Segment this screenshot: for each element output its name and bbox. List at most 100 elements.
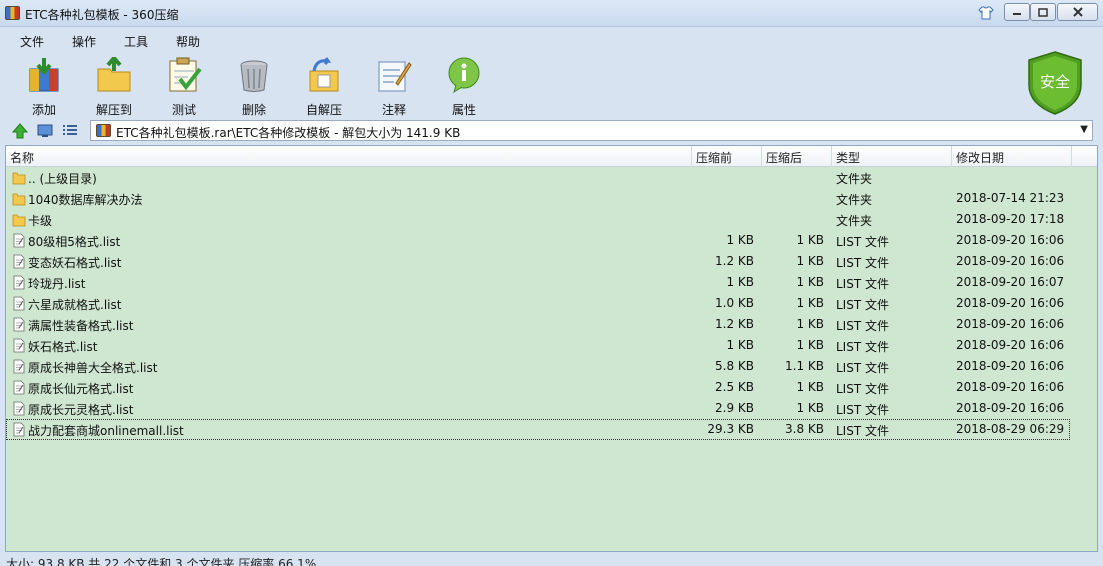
file-packed-size: 1 KB — [726, 233, 754, 247]
minimize-button[interactable] — [1004, 3, 1030, 21]
file-name: 玲珑丹.list — [28, 277, 86, 291]
table-row[interactable]: 原成长神兽大全格式.list 5.8 KB 1.1 KB LIST 文件 2018-09… — [6, 356, 1097, 377]
text-file-icon — [13, 254, 25, 269]
table-row[interactable]: .. (上级目录) 文件夹 — [6, 167, 1097, 188]
address-field[interactable]: ETC各种礼包模板.rar\ETC各种修改模板 - 解包大小为 141.9 KB… — [90, 120, 1093, 141]
table-row[interactable]: 1040数据库解决办法 文件夹 2018-07-14 21:23 — [6, 188, 1097, 209]
file-compressed-size: 1 KB — [796, 254, 824, 268]
minimize-icon — [1013, 13, 1021, 15]
file-list: 名称 压缩前 压缩后 类型 修改日期 .. (上级目录) 文件夹 1040数据库解决… — [5, 145, 1098, 552]
text-file-icon — [13, 380, 25, 395]
table-row[interactable]: 变态妖石格式.list 1.2 KB 1 KB LIST 文件 2018-09-20 1… — [6, 251, 1097, 272]
text-file-icon — [13, 422, 25, 437]
table-row[interactable]: 卡级 文件夹 2018-09-20 17:18 — [6, 209, 1097, 230]
file-date: 2018-09-20 16:06 — [956, 338, 1065, 352]
window-title: ETC各种礼包模板 - 360压缩 — [25, 8, 179, 22]
table-row[interactable]: 80级相5格式.list 1 KB 1 KB LIST 文件 2018-09-20 16… — [6, 230, 1097, 251]
table-row[interactable]: 妖石格式.list 1 KB 1 KB LIST 文件 2018-09-20 16:06 — [6, 335, 1097, 356]
maximize-button[interactable] — [1030, 3, 1056, 21]
file-compressed-size: 3.8 KB — [785, 422, 824, 436]
delete-button[interactable]: 删除 — [224, 55, 284, 117]
file-compressed-size: 1 KB — [796, 296, 824, 310]
file-type: 文件夹 — [836, 172, 873, 186]
column-compressed[interactable]: 压缩后 — [762, 146, 832, 167]
file-packed-size: 1 KB — [726, 275, 754, 289]
file-compressed-size: 1 KB — [796, 317, 824, 331]
table-row[interactable]: 六星成就格式.list 1.0 KB 1 KB LIST 文件 2018-09-20 1… — [6, 293, 1097, 314]
menu-bar: 文件 操作 工具 帮助 — [0, 28, 1103, 50]
file-type: LIST 文件 — [836, 235, 889, 249]
file-type: LIST 文件 — [836, 277, 889, 291]
file-packed-size: 1.2 KB — [715, 254, 754, 268]
archive-icon — [96, 124, 111, 137]
delete-trash-icon — [240, 60, 268, 92]
menu-help[interactable]: 帮助 — [176, 33, 200, 50]
self-extract-button[interactable]: 自解压 — [294, 55, 354, 117]
file-compressed-size: 1 KB — [796, 233, 824, 247]
properties-button[interactable]: 属性 — [434, 55, 494, 117]
file-name: 1040数据库解决办法 — [28, 193, 143, 207]
file-date: 2018-09-20 16:06 — [956, 317, 1065, 331]
file-packed-size: 1 KB — [726, 338, 754, 352]
menu-file[interactable]: 文件 — [20, 33, 44, 50]
file-name: 妖石格式.list — [28, 340, 98, 354]
file-date: 2018-09-20 16:06 — [956, 380, 1065, 394]
dropdown-arrow-icon[interactable]: ▼ — [1080, 124, 1088, 135]
file-name: 原成长元灵格式.list — [28, 403, 134, 417]
column-name[interactable]: 名称 — [6, 146, 692, 167]
address-bar: ETC各种礼包模板.rar\ETC各种修改模板 - 解包大小为 141.9 KB… — [0, 119, 1103, 143]
test-button[interactable]: 测试 — [154, 55, 214, 117]
file-type: LIST 文件 — [836, 382, 889, 396]
close-button[interactable] — [1057, 3, 1098, 21]
text-file-icon — [13, 338, 25, 353]
file-date: 2018-09-20 17:18 — [956, 212, 1065, 226]
file-type: 文件夹 — [836, 193, 873, 207]
file-type: LIST 文件 — [836, 340, 889, 354]
text-file-icon — [13, 233, 25, 248]
folder-icon — [12, 172, 26, 185]
menu-operate[interactable]: 操作 — [72, 33, 96, 50]
status-text: 大小: 93.8 KB 共 22 个文件和 3 个文件夹 压缩率 66.1% — [6, 557, 317, 566]
up-arrow-icon[interactable] — [10, 121, 30, 141]
table-row[interactable]: 战力配套商城onlinemall.list 29.3 KB 3.8 KB LIST 文… — [6, 419, 1070, 440]
file-name: 卡级 — [28, 214, 53, 228]
file-compressed-size: 1 KB — [796, 338, 824, 352]
file-rows: .. (上级目录) 文件夹 1040数据库解决办法 文件夹 2018-07-14 21:… — [6, 167, 1097, 440]
details-view-icon[interactable] — [60, 121, 80, 141]
column-date[interactable]: 修改日期 — [952, 146, 1072, 167]
skin-shirt-icon[interactable] — [977, 4, 995, 22]
file-type: LIST 文件 — [836, 319, 889, 333]
table-row[interactable]: 原成长仙元格式.list 2.5 KB 1 KB LIST 文件 2018-09-20 … — [6, 377, 1097, 398]
file-compressed-size: 1 KB — [796, 401, 824, 415]
column-type[interactable]: 类型 — [832, 146, 952, 167]
column-packed[interactable]: 压缩前 — [692, 146, 762, 167]
file-date: 2018-09-20 16:06 — [956, 254, 1065, 268]
file-name: 原成长神兽大全格式.list — [28, 361, 158, 375]
file-compressed-size: 1.1 KB — [785, 359, 824, 373]
text-file-icon — [13, 296, 25, 311]
file-packed-size: 2.5 KB — [715, 380, 754, 394]
comment-button[interactable]: 注释 — [364, 55, 424, 117]
file-name: 满属性装备格式.list — [28, 319, 134, 333]
file-type: LIST 文件 — [836, 256, 889, 270]
file-packed-size: 2.9 KB — [715, 401, 754, 415]
table-row[interactable]: 原成长元灵格式.list 2.9 KB 1 KB LIST 文件 2018-09-20 … — [6, 398, 1097, 419]
table-row[interactable]: 玲珑丹.list 1 KB 1 KB LIST 文件 2018-09-20 16:07 — [6, 272, 1097, 293]
text-file-icon — [13, 275, 25, 290]
file-name: 原成长仙元格式.list — [28, 382, 134, 396]
status-bar: 大小: 93.8 KB 共 22 个文件和 3 个文件夹 压缩率 66.1% — [0, 553, 1103, 566]
file-compressed-size: 1 KB — [796, 275, 824, 289]
file-type: LIST 文件 — [836, 298, 889, 312]
security-shield-icon[interactable]: 安全 — [1027, 51, 1083, 115]
add-button[interactable]: 添加 — [14, 55, 74, 117]
self-extract-icon — [309, 57, 339, 92]
list-header: 名称 压缩前 压缩后 类型 修改日期 — [6, 146, 1097, 167]
menu-tools[interactable]: 工具 — [124, 33, 148, 50]
security-badge-label: 安全 — [1040, 73, 1070, 91]
close-icon — [1072, 7, 1083, 17]
file-packed-size: 1.2 KB — [715, 317, 754, 331]
table-row[interactable]: 满属性装备格式.list 1.2 KB 1 KB LIST 文件 2018-09-20 … — [6, 314, 1097, 335]
file-packed-size: 29.3 KB — [707, 422, 754, 436]
extract-to-button[interactable]: 解压到 — [84, 55, 144, 117]
thumbnail-view-icon[interactable] — [35, 121, 55, 141]
